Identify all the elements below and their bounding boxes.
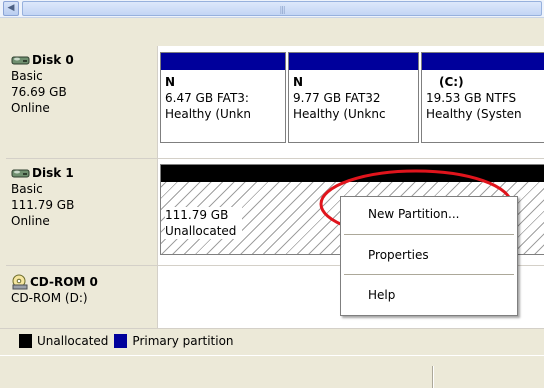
disk-row-0: Disk 0 Basic 76.69 GB Online N 6.47 GB F… <box>6 46 544 159</box>
scrollbar-thumb[interactable]: ||| <box>22 1 542 16</box>
disk-status: Online <box>11 214 50 228</box>
status-bar <box>0 355 544 388</box>
menu-item-new-partition[interactable]: New Partition... <box>341 203 517 225</box>
cdrom-drive: CD-ROM (D:) <box>11 291 88 305</box>
legend-label-unallocated: Unallocated <box>37 333 109 348</box>
menu-separator <box>344 274 514 275</box>
grip-icon: ||| <box>279 5 285 14</box>
disk-name: Disk 1 <box>32 166 74 180</box>
cdrom-label[interactable]: CD-ROM 0 CD-ROM (D:) <box>6 266 158 328</box>
cdrom-icon <box>11 274 29 290</box>
partition-detail: 6.47 GB FAT3: <box>165 91 249 105</box>
disk-size: 76.69 GB <box>11 85 67 99</box>
context-menu: New Partition... Properties Help <box>340 196 518 316</box>
unallocated-label: Unallocated <box>165 224 237 238</box>
disk-status: Online <box>11 101 50 115</box>
partition-0[interactable]: N 6.47 GB FAT3: Healthy (Unkn <box>160 52 286 143</box>
partition-detail: 9.77 GB FAT32 <box>293 91 381 105</box>
disk-name: Disk 0 <box>32 53 74 67</box>
partition-bar <box>289 53 418 70</box>
legend-swatch-primary <box>114 333 128 348</box>
legend: Unallocated Primary partition <box>0 328 544 352</box>
menu-separator <box>344 234 514 235</box>
status-divider <box>432 366 433 388</box>
legend-label-primary: Primary partition <box>132 333 234 348</box>
partition-label: (C:) <box>439 75 464 89</box>
partition-health: Healthy (Systen <box>426 107 522 121</box>
legend-swatch-unallocated <box>19 333 32 348</box>
partition-health: Healthy (Unkn <box>165 107 251 121</box>
partition-label: N <box>293 75 304 89</box>
disk-type: Basic <box>11 182 43 196</box>
partition-bar <box>161 53 285 70</box>
disk-type: Basic <box>11 69 43 83</box>
disk-size: 111.79 GB <box>11 198 75 212</box>
cdrom-name: CD-ROM 0 <box>30 275 98 289</box>
partition-label: N <box>165 75 176 89</box>
disk-icon <box>11 54 31 66</box>
partition-detail: 19.53 GB NTFS <box>426 91 517 105</box>
disk-label-1[interactable]: Disk 1 Basic 111.79 GB Online <box>6 159 158 265</box>
partition-bar <box>422 53 544 70</box>
partition-1[interactable]: N 9.77 GB FAT32 Healthy (Unknc <box>288 52 419 143</box>
scroll-left-button[interactable]: ◀ <box>3 1 19 16</box>
partition-2[interactable]: (C:) 19.53 GB NTFS Healthy (Systen <box>421 52 544 143</box>
unallocated-size: 111.79 GB <box>165 208 229 222</box>
horizontal-scrollbar[interactable]: ◀ ||| <box>0 0 544 18</box>
menu-item-help[interactable]: Help <box>341 284 517 306</box>
disk-icon <box>11 167 31 179</box>
disk-label-0[interactable]: Disk 0 Basic 76.69 GB Online <box>6 46 158 158</box>
menu-item-properties[interactable]: Properties <box>341 244 517 266</box>
partition-health: Healthy (Unknc <box>293 107 386 121</box>
